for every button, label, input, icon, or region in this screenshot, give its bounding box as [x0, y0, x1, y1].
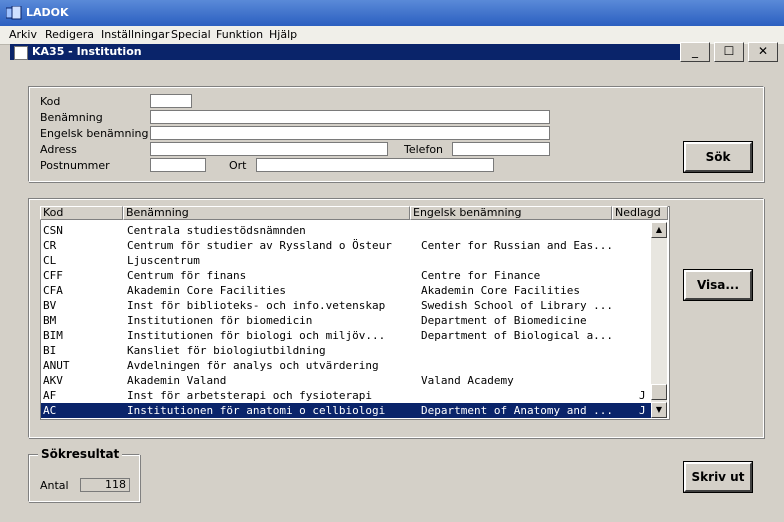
cell-eng: Department of Biological a...	[421, 329, 614, 342]
cell-eng: Center for Russian and Eas...	[421, 239, 614, 252]
cell-ben: Centrum för finans	[127, 269, 247, 282]
cell-kod: AC	[43, 404, 57, 417]
menu-installningar[interactable]: Inställningar	[101, 28, 169, 41]
scrollbar-thumb[interactable]	[651, 384, 667, 400]
cell-kod: CSN	[43, 224, 63, 237]
child-window-title-bar: KA35 - Institution	[10, 44, 690, 60]
antal-label: Antal	[40, 479, 69, 492]
cell-ben: Centrum för studier av Ryssland o Östeur	[127, 239, 392, 252]
cell-ben: Institutionen för biomedicin	[127, 314, 313, 327]
telefon-label: Telefon	[404, 143, 444, 156]
document-icon	[14, 46, 28, 60]
minimize-button[interactable]: _	[680, 42, 710, 62]
list-row[interactable]: AF Inst för arbetsterapi och fysioterapi J	[41, 388, 651, 403]
list-row[interactable]: ANUT Avdelningen för analys och utvärderi…	[41, 358, 651, 373]
cell-kod: ANUT	[43, 359, 70, 372]
cell-ben: Ljuscentrum	[127, 254, 200, 267]
cell-kod: BV	[43, 299, 57, 312]
column-header-engelsk-benamning[interactable]: Engelsk benämning	[410, 206, 612, 220]
list-row[interactable]: CR Centrum för studier av Ryssland o Öste…	[41, 238, 651, 253]
sok-button[interactable]: Sök	[684, 142, 752, 172]
menu-hjalp[interactable]: Hjälp	[269, 28, 297, 41]
cell-kod: BIM	[43, 329, 63, 342]
column-header-nedlagd[interactable]: Nedlagd	[612, 206, 668, 220]
adress-label: Adress	[40, 143, 77, 156]
cell-kod: AKV	[43, 374, 63, 387]
menu-funktion[interactable]: Funktion	[216, 28, 263, 41]
adress-field[interactable]	[150, 142, 388, 156]
cell-ben: Centrala studiestödsnämnden	[127, 224, 306, 237]
cell-kod: CFA	[43, 284, 63, 297]
kod-field[interactable]	[150, 94, 192, 108]
cell-eng: Department of Anatomy and ...	[421, 404, 614, 417]
kod-label: Kod	[40, 95, 61, 108]
scroll-up-arrow-icon[interactable]: ▲	[651, 222, 667, 238]
cell-kod: BI	[43, 344, 57, 357]
list-row[interactable]: CL Ljuscentrum	[41, 253, 651, 268]
column-header-kod[interactable]: Kod	[40, 206, 123, 220]
cell-eng: Centre for Finance	[421, 269, 541, 282]
cell-kod: CL	[43, 254, 57, 267]
cell-ben: Akademin Core Facilities	[127, 284, 286, 297]
menu-bar: Arkiv Redigera Inställningar Special Fun…	[0, 26, 784, 45]
cell-kod: CR	[43, 239, 57, 252]
menu-redigera[interactable]: Redigera	[45, 28, 94, 41]
ladok-app-icon	[6, 6, 22, 20]
cell-ben: Akademin Valand	[127, 374, 227, 387]
app-title-bar: LADOK	[0, 0, 784, 26]
benamning-label: Benämning	[40, 111, 103, 124]
cell-ben: Institutionen för anatomi o cellbiologi	[127, 404, 386, 417]
postnummer-field[interactable]	[150, 158, 206, 172]
ort-field[interactable]	[256, 158, 494, 172]
cell-eng: Swedish School of Library ...	[421, 299, 614, 312]
list-row[interactable]: CFF Centrum för finans Centre for Finance	[41, 268, 651, 283]
scroll-down-arrow-icon[interactable]: ▼	[651, 402, 667, 418]
cell-ben: Kansliet för biologiutbildning	[127, 344, 326, 357]
engelsk-benamning-field[interactable]	[150, 126, 550, 140]
list-row[interactable]: BV Inst för biblioteks- och info.vetenska…	[41, 298, 651, 313]
cell-kod: CFF	[43, 269, 63, 282]
cell-eng: Department of Biomedicine	[421, 314, 587, 327]
window-title: KA35 - Institution	[32, 45, 142, 58]
close-button[interactable]: ✕	[748, 42, 778, 62]
cell-eng: Akademin Core Facilities	[421, 284, 580, 297]
cell-ben: Avdelningen för analys och utvärdering	[127, 359, 379, 372]
menu-arkiv[interactable]: Arkiv	[9, 28, 37, 41]
cell-ben: Inst för biblioteks- och info.vetenskap	[127, 299, 386, 312]
list-row[interactable]: CSN Centrala studiestödsnämnden	[41, 223, 651, 238]
cell-ben: Institutionen för biologi och miljöv...	[127, 329, 386, 342]
cell-kod: AF	[43, 389, 57, 402]
maximize-button[interactable]: ☐	[714, 42, 744, 62]
column-header-benamning[interactable]: Benämning	[123, 206, 410, 220]
benamning-field[interactable]	[150, 110, 550, 124]
postnummer-label: Postnummer	[40, 159, 110, 172]
list-row[interactable]: BM Institutionen för biomedicin Department…	[41, 313, 651, 328]
cell-kod: BM	[43, 314, 57, 327]
cell-eng: Valand Academy	[421, 374, 514, 387]
antal-value: 118	[80, 478, 130, 492]
telefon-field[interactable]	[452, 142, 550, 156]
app-title: LADOK	[26, 6, 69, 19]
list-row[interactable]: BIM Institutionen för biologi och miljöv.…	[41, 328, 651, 343]
ort-label: Ort	[229, 159, 247, 172]
list-row[interactable]: CFA Akademin Core Facilities Akademin Core…	[41, 283, 651, 298]
list-row[interactable]: AKV Akademin Valand Valand Academy	[41, 373, 651, 388]
cell-ben: Inst för arbetsterapi och fysioterapi	[127, 389, 373, 402]
menu-special[interactable]: Special	[171, 28, 211, 41]
skriv-ut-button[interactable]: Skriv ut	[684, 462, 752, 492]
list-row[interactable]: BI Kansliet för biologiutbildning	[41, 343, 651, 358]
engelsk-benamning-label: Engelsk benämning	[40, 127, 149, 140]
visa-button[interactable]: Visa...	[684, 270, 752, 300]
sokresultat-title: Sökresultat	[38, 447, 123, 461]
list-row-selected[interactable]: AC Institutionen för anatomi o cellbiolog…	[41, 403, 651, 418]
